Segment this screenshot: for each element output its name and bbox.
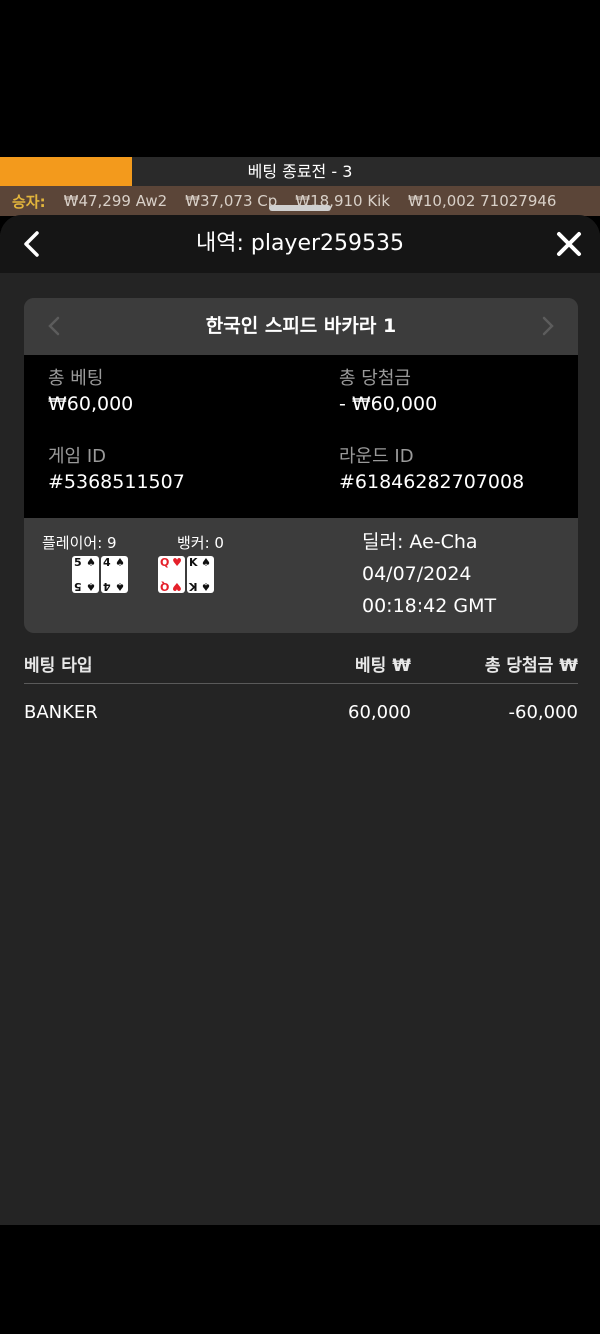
total-win-cell: -60,000 (508, 702, 578, 723)
total-bet: 총 베팅 ₩60,000 (48, 364, 133, 415)
sheet-drag-handle[interactable] (269, 205, 331, 211)
round-id-value: #61846282707008 (339, 471, 525, 493)
column-header-bet-amount: 베팅 ₩ (355, 656, 411, 676)
banker-cards: Q ♥ Q ♥ K ♠ K ♠ (158, 556, 214, 593)
playing-card: K ♠ K ♠ (187, 556, 214, 593)
game-id-value: #5368511507 (48, 471, 185, 493)
round-date: 04/07/2024 (362, 563, 472, 585)
winners-title: 승자: (12, 192, 46, 211)
game-round-card: 한국인 스피드 바카라 1 총 베팅 ₩60,000 총 당첨금 - ₩60,0… (24, 298, 578, 633)
bets-table: 베팅 타입 베팅 ₩ 총 당첨금 ₩ BANKER 60,000 -60,000 (24, 651, 578, 742)
game-id-label: 게임 ID (48, 446, 107, 467)
history-header: 내역: player259535 (0, 215, 600, 273)
betting-timer-label: 베팅 종료전 - 3 (247, 162, 353, 181)
winner-item: ₩10,002 71027946 (408, 192, 557, 210)
history-panel: 내역: player259535 한국인 스피드 바카라 1 총 베팅 ₩60,… (0, 215, 600, 1225)
round-details: 총 베팅 ₩60,000 총 당첨금 - ₩60,000 게임 ID #5368… (24, 355, 578, 518)
table-row: BANKER 60,000 -60,000 (24, 684, 578, 742)
round-id: 라운드 ID #61846282707008 (339, 442, 524, 493)
bet-amount-cell: 60,000 (348, 702, 411, 723)
game-selector: 한국인 스피드 바카라 1 (24, 298, 578, 355)
bet-type-cell: BANKER (24, 702, 98, 723)
playing-card: 4 ♠ 4 ♠ (101, 556, 128, 593)
banker-score: 뱅커: 0 (177, 534, 224, 552)
dealer-name: 딜러: Ae-Cha (362, 531, 478, 553)
winner-item: ₩47,299 Aw2 (63, 192, 168, 210)
column-header-bet-type: 베팅 타입 (24, 656, 93, 676)
chevron-right-icon[interactable] (536, 315, 558, 337)
winners-ticker: 승자: ₩47,299 Aw2 ₩37,073 Cp ₩18,910 Kik ₩… (0, 186, 600, 216)
bets-table-header: 베팅 타입 베팅 ₩ 총 당첨금 ₩ (24, 651, 578, 684)
round-id-label: 라운드 ID (339, 446, 414, 467)
player-score: 플레이어: 9 (42, 534, 117, 552)
round-time: 00:18:42 GMT (362, 595, 497, 617)
total-win-value: - ₩60,000 (339, 393, 438, 415)
column-header-total-win: 총 당첨금 ₩ (484, 656, 578, 676)
round-result: 플레이어: 9 뱅커: 0 5 ♠ 5 ♠ 4 ♠ 4 ♠ Q ♥ Q ♥ K ♠ (24, 518, 578, 633)
history-title: 내역: player259535 (195, 231, 405, 256)
total-win: 총 당첨금 - ₩60,000 (339, 364, 437, 415)
dealer-info: 딜러: Ae-Cha 04/07/2024 00:18:42 GMT (362, 526, 496, 622)
betting-timer-bar: 베팅 종료전 - 3 (0, 157, 600, 186)
game-name: 한국인 스피드 바카라 1 (205, 315, 397, 337)
total-win-label: 총 당첨금 (339, 368, 411, 389)
player-cards: 5 ♠ 5 ♠ 4 ♠ 4 ♠ (72, 556, 128, 593)
playing-card: Q ♥ Q ♥ (158, 556, 185, 593)
game-id: 게임 ID #5368511507 (48, 442, 185, 493)
close-icon[interactable] (552, 227, 586, 261)
total-bet-label: 총 베팅 (48, 368, 104, 389)
total-bet-value: ₩60,000 (48, 393, 134, 415)
playing-card: 5 ♠ 5 ♠ (72, 556, 99, 593)
winner-item: ₩37,073 Cp (185, 192, 278, 210)
